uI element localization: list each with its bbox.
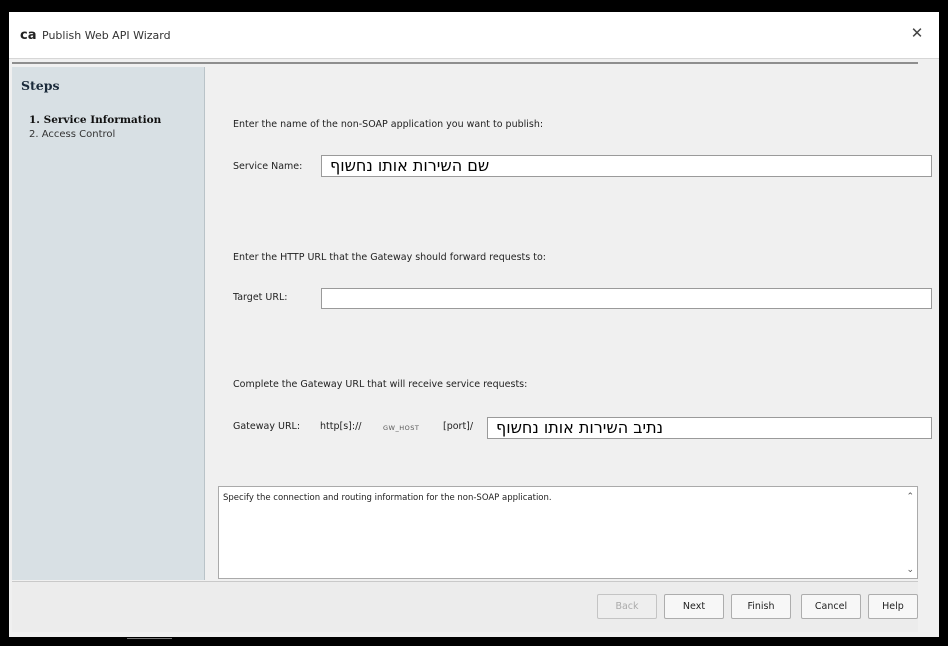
- close-icon[interactable]: ✕: [907, 24, 927, 42]
- gateway-url-input[interactable]: נתיב השירות אותו נחשוף: [487, 417, 932, 439]
- service-name-value: שם השירות אותו נחשוף: [330, 156, 490, 175]
- header-separator: [12, 62, 918, 64]
- bottom-mark: [127, 638, 172, 639]
- description-text: Specify the connection and routing infor…: [223, 493, 552, 503]
- next-button[interactable]: Next: [664, 594, 724, 619]
- step-access-control: 2. Access Control: [29, 129, 116, 140]
- chevron-up-icon[interactable]: ⌃: [906, 492, 914, 502]
- target-url-input[interactable]: [321, 288, 932, 309]
- window-title: Publish Web API Wizard: [42, 29, 171, 42]
- steps-panel: Steps 1. Service Information 2. Access C…: [12, 67, 205, 580]
- help-button[interactable]: Help: [868, 594, 918, 619]
- gateway-url-value: נתיב השירות אותו נחשוף: [496, 418, 663, 437]
- ca-logo: ca: [20, 28, 37, 43]
- back-button[interactable]: Back: [597, 594, 657, 619]
- chevron-down-icon[interactable]: ⌄: [906, 565, 914, 575]
- target-url-label: Target URL:: [233, 292, 288, 303]
- gateway-port-token: [port]/: [443, 421, 474, 432]
- finish-button[interactable]: Finish: [731, 594, 791, 619]
- step-service-information: 1. Service Information: [29, 114, 162, 126]
- gateway-url-prompt: Complete the Gateway URL that will recei…: [233, 379, 528, 390]
- steps-heading: Steps: [21, 78, 60, 93]
- service-prompt: Enter the name of the non-SOAP applicati…: [233, 119, 544, 130]
- title-bar: ca Publish Web API Wizard ✕: [9, 12, 939, 59]
- description-area[interactable]: Specify the connection and routing infor…: [218, 486, 918, 579]
- gateway-url-scheme: http[s]://: [320, 421, 362, 432]
- cancel-button[interactable]: Cancel: [801, 594, 861, 619]
- service-name-input[interactable]: שם השירות אותו נחשוף: [321, 155, 932, 177]
- gateway-url-label: Gateway URL:: [233, 421, 301, 432]
- service-name-label: Service Name:: [233, 161, 303, 172]
- target-url-prompt: Enter the HTTP URL that the Gateway shou…: [233, 252, 546, 263]
- gateway-host-token: GW_HOST: [383, 424, 420, 432]
